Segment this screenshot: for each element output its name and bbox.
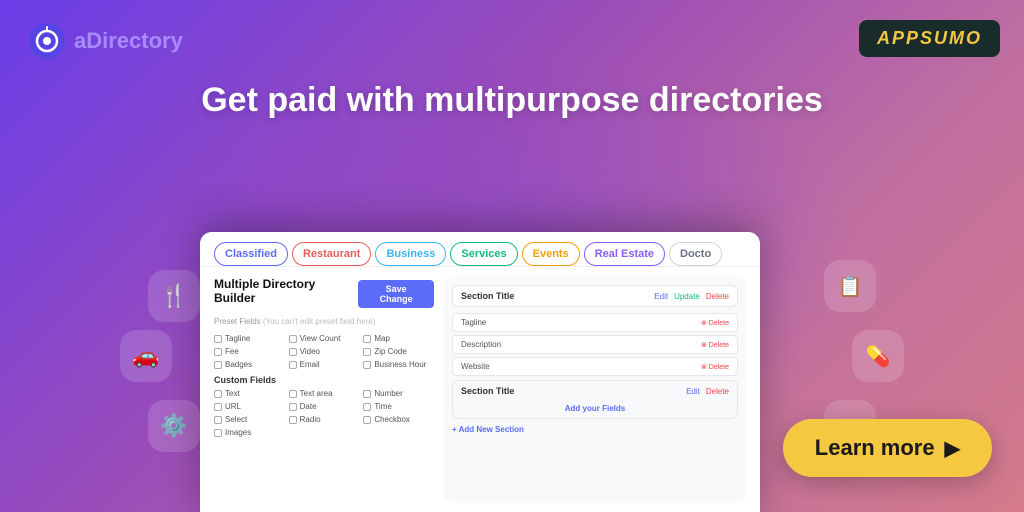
preset-label: Preset Fields (You can't edit preset fie… — [214, 317, 434, 326]
section1-title: Section Title — [461, 291, 514, 301]
save-change-button[interactable]: Save Change — [358, 280, 434, 308]
section2-title-bar: Section Title Edit Delete Add your Field… — [452, 380, 738, 419]
tab-restaurant[interactable]: Restaurant — [292, 242, 371, 266]
tab-doctor[interactable]: Docto — [669, 242, 722, 266]
logo-text: aDirectory — [74, 28, 183, 54]
field-row-description: Description ⊗ Delete — [452, 335, 738, 354]
field-zipcode: Zip Code — [363, 347, 434, 356]
tab-bar: Classified Restaurant Business Services … — [200, 232, 760, 267]
field-select: Select — [214, 415, 285, 424]
fork-knife-icon: 🍴 — [148, 270, 200, 322]
document-icon: 📋 — [824, 260, 876, 312]
tab-services[interactable]: Services — [450, 242, 517, 266]
add-fields-label: Add your Fields — [461, 404, 729, 413]
logo-icon — [28, 22, 66, 60]
field-time: Time — [363, 402, 434, 411]
appsumo-badge: APPSUMO — [859, 20, 1000, 57]
left-panel: Multiple Directory Builder Save Change P… — [214, 277, 434, 503]
field-row-website: Website ⊗ Delete — [452, 357, 738, 376]
field-checkbox: Checkbox — [363, 415, 434, 424]
tab-events[interactable]: Events — [522, 242, 580, 266]
field-text: Text — [214, 389, 285, 398]
custom-fields-label: Custom Fields — [214, 375, 434, 385]
learn-more-button[interactable]: Learn more ▶ — [783, 419, 992, 477]
field-radio: Radio — [289, 415, 360, 424]
app-mockup: Classified Restaurant Business Services … — [200, 232, 760, 512]
section2-actions: Edit Delete — [686, 387, 729, 396]
field-number: Number — [363, 389, 434, 398]
field-viewcount: View Count — [289, 334, 360, 343]
website-delete[interactable]: ⊗ Delete — [701, 363, 729, 371]
field-fee: Fee — [214, 347, 285, 356]
section2-title: Section Title — [461, 386, 514, 396]
field-badges: Badges — [214, 360, 285, 369]
mockup-window: Classified Restaurant Business Services … — [200, 232, 760, 512]
section2-delete-btn[interactable]: Delete — [706, 387, 729, 396]
section1-actions: Edit Update Delete — [654, 292, 729, 301]
learn-more-arrow-icon: ▶ — [945, 436, 960, 461]
headline: Get paid with multipurpose directories — [0, 80, 1024, 121]
logo-rest: Directory — [86, 28, 183, 53]
panel-title: Multiple Directory Builder — [214, 277, 358, 305]
logo: aDirectory — [28, 22, 183, 60]
field-email: Email — [289, 360, 360, 369]
tagline-delete[interactable]: ⊗ Delete — [701, 319, 729, 327]
learn-more-label: Learn more — [815, 435, 935, 461]
field-map: Map — [363, 334, 434, 343]
medical-icon: 💊 — [852, 330, 904, 382]
field-businesshour: Business Hour — [363, 360, 434, 369]
add-new-section-btn[interactable]: + Add New Section — [452, 425, 738, 434]
section1-delete-btn[interactable]: Delete — [706, 292, 729, 301]
tab-business[interactable]: Business — [375, 242, 446, 266]
field-textarea: Text area — [289, 389, 360, 398]
field-video: Video — [289, 347, 360, 356]
field-images: Images — [214, 428, 285, 437]
description-delete[interactable]: ⊗ Delete — [701, 341, 729, 349]
car-icon: 🚗 — [120, 330, 172, 382]
appsumo-app: APP — [877, 28, 920, 48]
right-panel: Section Title Edit Update Delete Tagline… — [444, 277, 746, 503]
tab-realestate[interactable]: Real Estate — [584, 242, 665, 266]
gear-icon: ⚙️ — [148, 400, 200, 452]
background: aDirectory APPSUMO Get paid with multipu… — [0, 0, 1024, 512]
preset-fields-grid: Tagline View Count Map Fee Video Zip Cod… — [214, 334, 434, 369]
appsumo-sumo: SUMO — [920, 28, 982, 48]
field-tagline: Tagline — [214, 334, 285, 343]
section2-edit-btn[interactable]: Edit — [686, 387, 700, 396]
custom-fields-grid: Text Text area Number URL Date Time Sele… — [214, 389, 434, 437]
section1-edit-btn[interactable]: Edit — [654, 292, 668, 301]
panel-header: Multiple Directory Builder Save Change — [214, 277, 434, 311]
section1-update-btn[interactable]: Update — [674, 292, 700, 301]
logo-a: a — [74, 28, 86, 53]
field-row-tagline: Tagline ⊗ Delete — [452, 313, 738, 332]
field-url: URL — [214, 402, 285, 411]
section1-title-bar: Section Title Edit Update Delete — [452, 285, 738, 307]
field-date: Date — [289, 402, 360, 411]
main-content: Multiple Directory Builder Save Change P… — [200, 267, 760, 512]
tab-classified[interactable]: Classified — [214, 242, 288, 266]
